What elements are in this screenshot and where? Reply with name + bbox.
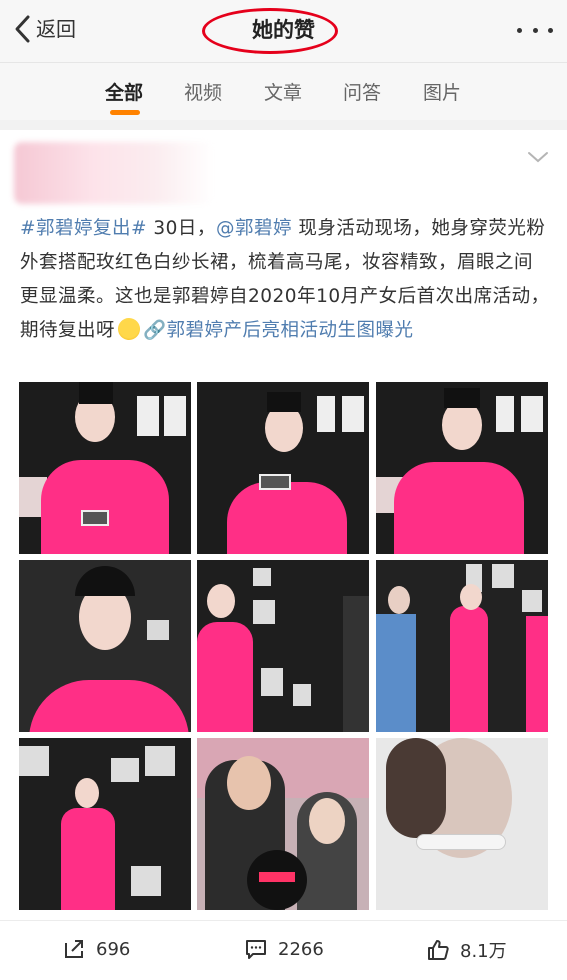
post-action-bar: 696 2266 8.1万 xyxy=(0,920,567,980)
comment-count: 2266 xyxy=(278,938,324,960)
post-text-segment: 30日， xyxy=(147,218,216,239)
like-button[interactable]: 8.1万 xyxy=(426,937,507,963)
thumbs-up-icon xyxy=(428,940,449,960)
photo-5[interactable] xyxy=(197,560,369,732)
photo-6[interactable] xyxy=(376,560,548,732)
photo-9[interactable] xyxy=(376,738,548,910)
section-divider xyxy=(0,120,567,130)
tab-qa[interactable]: 问答 xyxy=(343,78,381,105)
photo-grid xyxy=(19,382,548,912)
photo-2[interactable] xyxy=(197,382,369,554)
article-link[interactable]: 🔗郭碧婷产后亮相活动生图曝光 xyxy=(143,320,414,341)
top-nav-bar: 返回 她的赞 xyxy=(0,0,567,62)
mention-link[interactable]: @郭碧婷 xyxy=(216,218,292,239)
photo-4[interactable] xyxy=(19,560,191,732)
photo-8[interactable] xyxy=(197,738,369,910)
dot-icon xyxy=(517,27,522,33)
photo-7[interactable] xyxy=(19,738,191,910)
comment-icon xyxy=(246,940,266,959)
like-count: 8.1万 xyxy=(460,941,507,962)
emoji-icon xyxy=(118,318,141,340)
blurred-author-info[interactable] xyxy=(14,142,214,204)
active-tab-indicator xyxy=(110,110,140,115)
post-text: #郭碧婷复出# 30日，@郭碧婷 现身活动现场，她身穿荧光粉外套搭配玫红色白纱长… xyxy=(20,212,550,348)
chevron-down-icon[interactable] xyxy=(527,150,549,164)
comment-button[interactable]: 2266 xyxy=(244,937,324,961)
tab-bar: 全部 视频 文章 问答 图片 xyxy=(0,62,567,120)
photo-3[interactable] xyxy=(376,382,548,554)
photo-1[interactable] xyxy=(19,382,191,554)
repost-count: 696 xyxy=(96,938,131,960)
dot-icon xyxy=(532,27,538,33)
post-header xyxy=(0,130,567,210)
hashtag-link[interactable]: #郭碧婷复出# xyxy=(20,218,147,239)
tab-all[interactable]: 全部 xyxy=(105,78,143,105)
tab-video[interactable]: 视频 xyxy=(184,78,222,105)
repost-icon xyxy=(65,940,83,958)
dot-icon xyxy=(548,27,553,33)
tab-article[interactable]: 文章 xyxy=(264,78,302,105)
tab-images[interactable]: 图片 xyxy=(423,78,461,105)
more-options-button[interactable] xyxy=(517,18,553,42)
repost-button[interactable]: 696 xyxy=(62,937,130,961)
title-highlight-circle xyxy=(202,8,338,54)
